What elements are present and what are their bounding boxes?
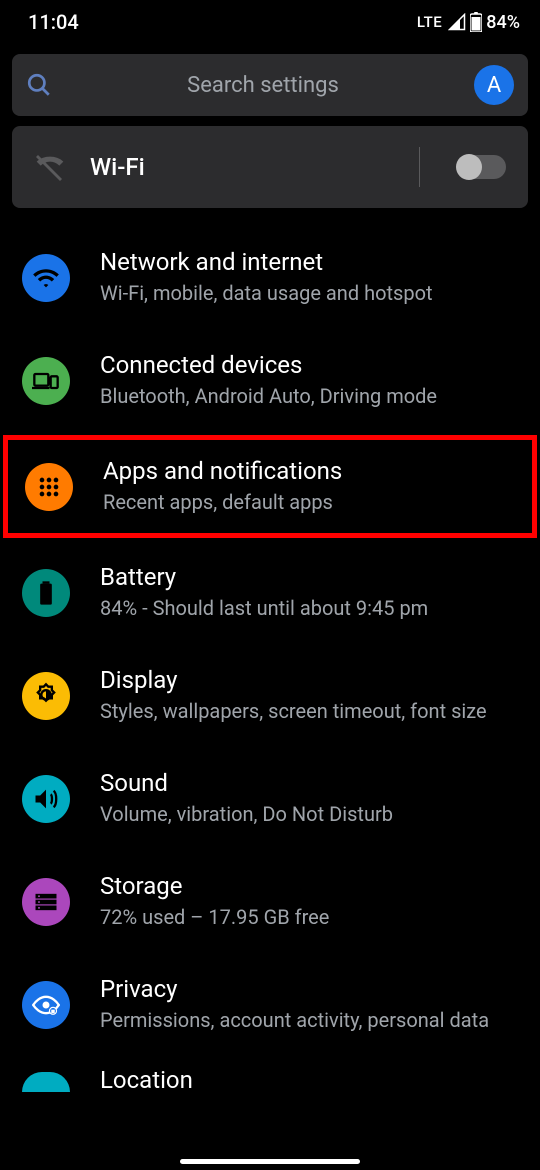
item-title: Apps and notifications	[103, 457, 517, 485]
item-title: Sound	[100, 769, 520, 797]
settings-item-network-and-internet[interactable]: Network and internet Wi-Fi, mobile, data …	[0, 226, 540, 329]
toggle-thumb	[456, 154, 482, 180]
item-subtitle: Recent apps, default apps	[103, 489, 517, 516]
nav-handle[interactable]	[180, 1159, 360, 1164]
privacy-icon	[22, 981, 70, 1029]
wifi-quick-tile[interactable]: Wi-Fi	[12, 126, 528, 208]
item-subtitle: Wi-Fi, mobile, data usage and hotspot	[100, 280, 520, 307]
apps-icon	[25, 463, 73, 511]
settings-item-privacy[interactable]: Privacy Permissions, account activity, pe…	[0, 953, 540, 1056]
settings-item-display[interactable]: Display Styles, wallpapers, screen timeou…	[0, 644, 540, 747]
status-bar: 11:04 LTE 84%	[0, 0, 540, 44]
devices-icon	[22, 357, 70, 405]
item-text: Storage 72% used – 17.95 GB free	[100, 872, 520, 931]
settings-item-sound[interactable]: Sound Volume, vibration, Do Not Disturb	[0, 747, 540, 850]
settings-item-battery[interactable]: Battery 84% - Should last until about 9:4…	[0, 541, 540, 644]
search-placeholder: Search settings	[70, 73, 456, 98]
settings-item-location[interactable]: Location	[0, 1056, 540, 1100]
item-subtitle: Volume, vibration, Do Not Disturb	[100, 801, 520, 828]
storage-icon	[22, 878, 70, 926]
item-subtitle: Styles, wallpapers, screen timeout, font…	[100, 698, 520, 725]
search-icon	[26, 72, 52, 98]
item-title: Battery	[100, 563, 520, 591]
item-text: Connected devices Bluetooth, Android Auto…	[100, 351, 520, 410]
item-title: Location	[100, 1066, 193, 1094]
item-text: Apps and notifications Recent apps, defau…	[103, 457, 517, 516]
wifi-tile-label: Wi-Fi	[90, 153, 395, 181]
wifi-toggle[interactable]	[458, 155, 506, 179]
battery-percent: 84%	[486, 12, 520, 33]
item-subtitle: 72% used – 17.95 GB free	[100, 904, 520, 931]
item-text: Sound Volume, vibration, Do Not Disturb	[100, 769, 520, 828]
item-subtitle: Permissions, account activity, personal …	[100, 1007, 520, 1034]
item-subtitle: 84% - Should last until about 9:45 pm	[100, 595, 520, 622]
item-title: Privacy	[100, 975, 520, 1003]
wifi-icon	[22, 254, 70, 302]
status-right: LTE 84%	[417, 12, 520, 33]
search-bar[interactable]: Search settings A	[12, 54, 528, 116]
volume-icon	[22, 775, 70, 823]
item-title: Storage	[100, 872, 520, 900]
battery-icon	[22, 569, 70, 617]
item-subtitle: Bluetooth, Android Auto, Driving mode	[100, 383, 520, 410]
location-icon	[22, 1072, 70, 1092]
signal-icon	[448, 13, 466, 31]
item-text: Network and internet Wi-Fi, mobile, data …	[100, 248, 520, 307]
item-title: Display	[100, 666, 520, 694]
network-type: LTE	[417, 13, 442, 31]
wifi-off-icon	[34, 151, 66, 183]
divider	[419, 147, 420, 187]
settings-item-apps-and-notifications[interactable]: Apps and notifications Recent apps, defau…	[3, 435, 537, 538]
settings-item-connected-devices[interactable]: Connected devices Bluetooth, Android Auto…	[0, 329, 540, 432]
brightness-icon	[22, 672, 70, 720]
battery-status-icon	[470, 12, 482, 32]
settings-list: Network and internet Wi-Fi, mobile, data …	[0, 226, 540, 1056]
status-time: 11:04	[28, 10, 79, 34]
item-text: Privacy Permissions, account activity, pe…	[100, 975, 520, 1034]
item-text: Display Styles, wallpapers, screen timeou…	[100, 666, 520, 725]
item-text: Battery 84% - Should last until about 9:4…	[100, 563, 520, 622]
item-title: Network and internet	[100, 248, 520, 276]
avatar[interactable]: A	[474, 65, 514, 105]
item-title: Connected devices	[100, 351, 520, 379]
settings-item-storage[interactable]: Storage 72% used – 17.95 GB free	[0, 850, 540, 953]
